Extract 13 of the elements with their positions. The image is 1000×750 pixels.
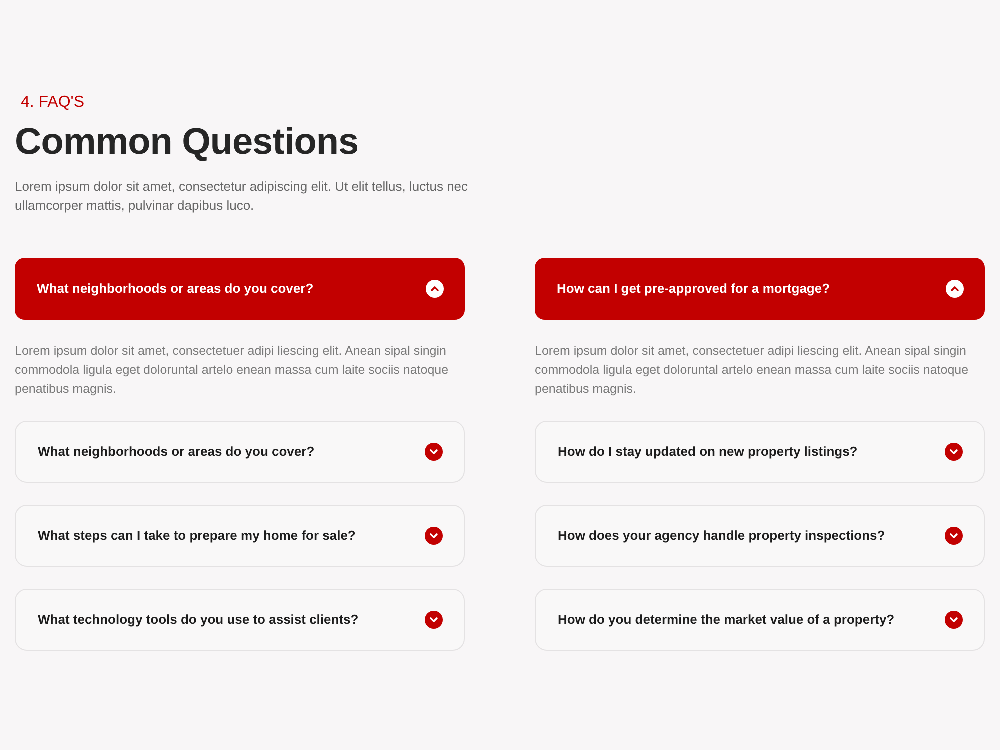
- faq-question[interactable]: What steps can I take to prepare my home for sale?: [15, 505, 465, 567]
- faq-question[interactable]: How does your agency handle property inspections?: [535, 505, 985, 567]
- section-title: Common Questions: [15, 120, 359, 164]
- faq-answer: Lorem ipsum dolor sit amet, consectetuer adipi liescing elit. Anean sipal singin commodola ligula eget doloruntal artelo enean massa cum laite sociis natoque penatibus magnis.: [15, 343, 450, 398]
- faq-answer: Lorem ipsum dolor sit amet, consectetuer adipi liescing elit. Anean sipal singin commodola ligula eget doloruntal artelo enean massa cum laite sociis natoque penatibus magnis.: [535, 343, 970, 398]
- faq-question[interactable]: How can I get pre-approved for a mortgage?: [535, 258, 985, 320]
- section-description: Lorem ipsum dolor sit amet, consectetur adipiscing elit. Ut elit tellus, luctus nec ullamcorper mattis, pulvinar dapibus luco.: [15, 178, 470, 215]
- faq-question[interactable]: How do you determine the market value of a property?: [535, 589, 985, 651]
- faq-question[interactable]: What technology tools do you use to assist clients?: [15, 589, 465, 651]
- faq-question[interactable]: How do I stay updated on new property listings?: [535, 421, 985, 483]
- section-eyebrow: 4. FAQ'S: [21, 93, 85, 113]
- faq-question[interactable]: What neighborhoods or areas do you cover?: [15, 258, 465, 320]
- faq-question[interactable]: What neighborhoods or areas do you cover?: [15, 421, 465, 483]
